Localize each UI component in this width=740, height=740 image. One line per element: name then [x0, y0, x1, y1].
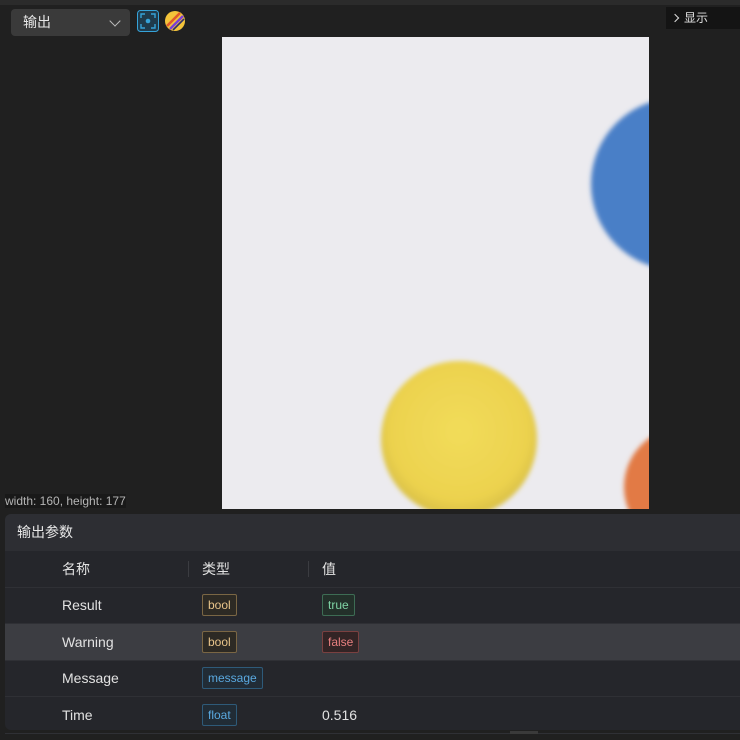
header-value: 值	[322, 560, 336, 577]
show-label: 显示	[684, 11, 709, 25]
output-params-panel: 输出参数 名称 类型 值 Result bool true Warning bo…	[5, 514, 740, 734]
type-badge: float	[202, 703, 237, 726]
chevron-down-icon	[109, 15, 121, 27]
type-badge: bool	[202, 630, 237, 653]
type-badge: bool	[202, 594, 237, 617]
table-row[interactable]: Message message	[5, 661, 740, 697]
param-name: Message	[62, 670, 119, 687]
preview-image	[222, 37, 649, 509]
value-badge: false	[322, 630, 360, 653]
param-name: Result	[62, 597, 102, 614]
chevron-right-icon	[670, 13, 680, 23]
brush-icon[interactable]	[164, 10, 186, 32]
column-divider[interactable]	[308, 561, 309, 577]
param-value: 0.516	[322, 706, 358, 723]
panel-title: 输出参数	[5, 514, 740, 551]
output-select-value: 输出	[23, 14, 51, 30]
table-row[interactable]: Warning bool false	[5, 624, 740, 661]
focus-icon[interactable]	[137, 10, 159, 32]
header-name: 名称	[62, 560, 90, 577]
image-size-label: width: 160, height: 177	[5, 494, 126, 508]
param-name: Time	[62, 706, 93, 723]
app-window: 输出 显示 width: 160, height: 177 输出参数 名称 类型…	[0, 0, 740, 740]
column-divider[interactable]	[188, 561, 189, 577]
table-row[interactable]: Time float 0.516	[5, 697, 740, 734]
header-type: 类型	[202, 560, 230, 577]
show-toggle[interactable]: 显示	[666, 7, 740, 29]
value-badge: true	[322, 594, 355, 617]
type-badge: message	[202, 667, 263, 690]
top-border	[0, 0, 740, 5]
table-row[interactable]: Result bool true	[5, 588, 740, 624]
resize-handle[interactable]	[510, 731, 538, 734]
param-name: Warning	[62, 633, 114, 650]
output-select[interactable]: 输出	[11, 9, 130, 36]
image-viewport[interactable]	[222, 37, 649, 509]
table-header-row: 名称 类型 值	[5, 551, 740, 588]
